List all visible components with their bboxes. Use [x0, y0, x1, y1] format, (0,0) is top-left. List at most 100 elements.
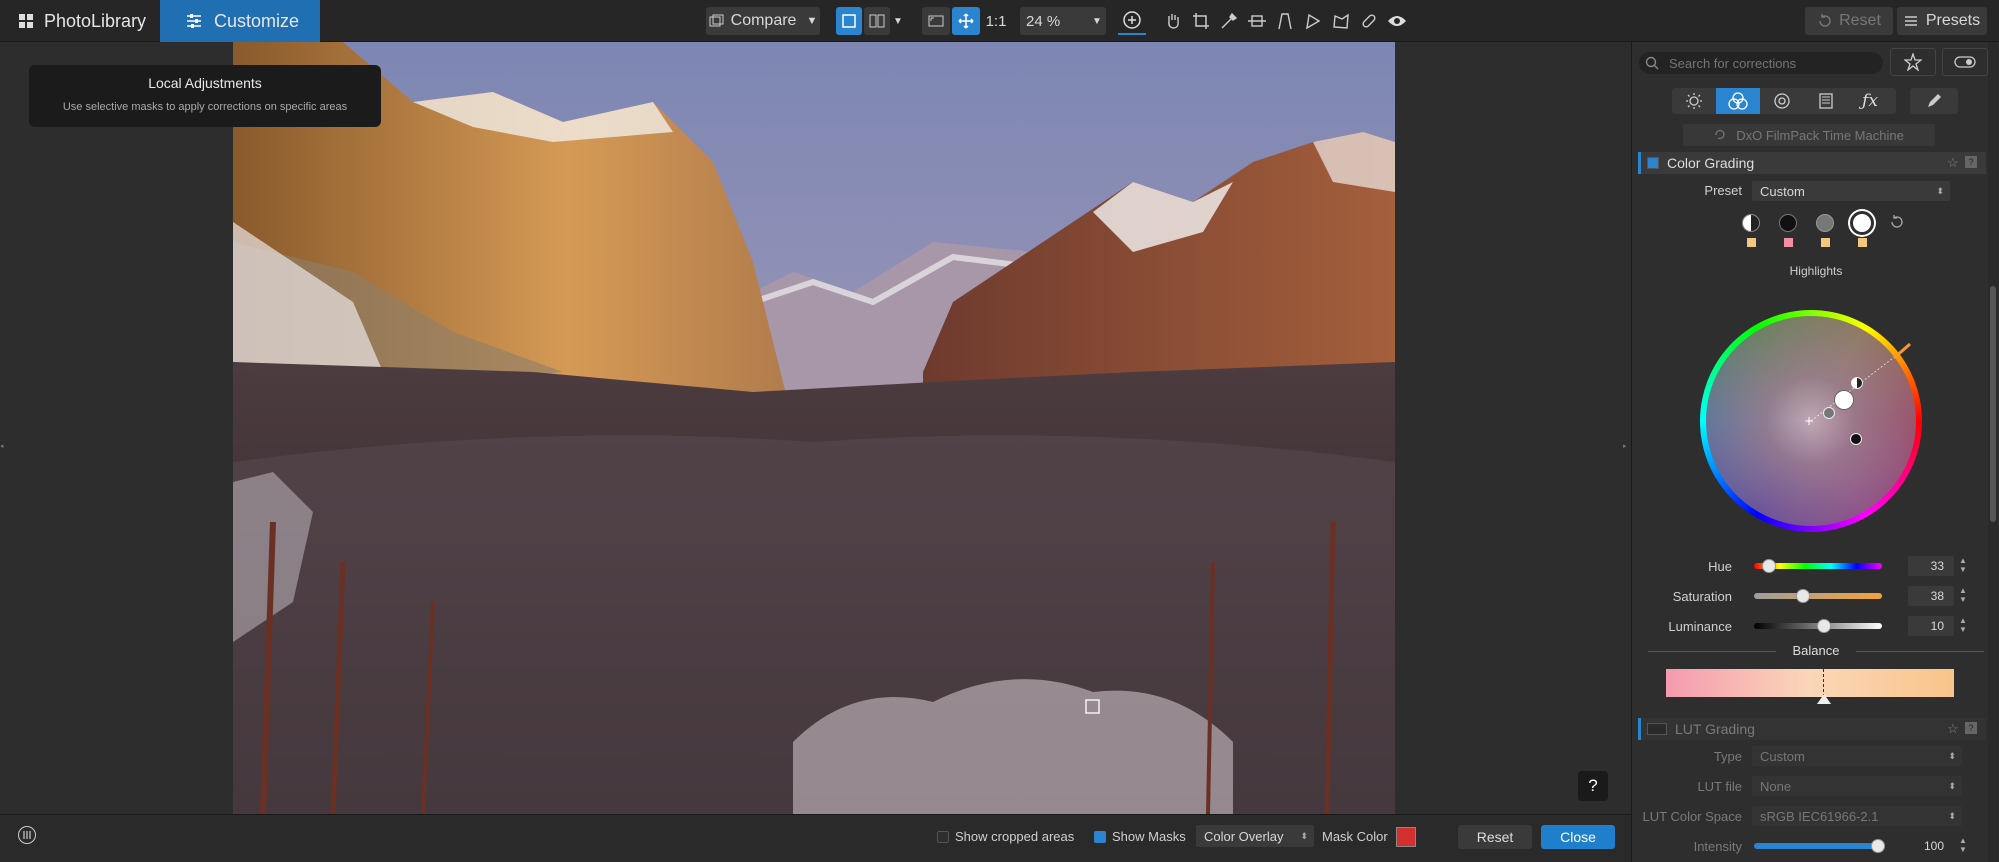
crop-tool-button[interactable]: [1188, 7, 1214, 35]
tab-detail[interactable]: [1760, 88, 1804, 114]
search-input[interactable]: [1669, 54, 1869, 72]
lut-grading-header[interactable]: LUT Grading ☆ ?: [1638, 718, 1986, 740]
perspective-tool-button[interactable]: [1272, 7, 1298, 35]
saturation-slider-knob[interactable]: [1795, 589, 1810, 603]
global-handle[interactable]: [1851, 377, 1863, 389]
local-adjustments-button[interactable]: [1300, 7, 1326, 35]
single-view-button[interactable]: [836, 7, 862, 35]
horizon-tool-button[interactable]: [1244, 7, 1270, 35]
updown-chevron-icon: ⬍: [1936, 185, 1944, 196]
zoom-tool-button[interactable]: [1118, 7, 1146, 35]
corrections-panel: ƒx DxO FilmPack Time Machine Color Gradi…: [1631, 42, 1999, 862]
history-icon: [1714, 129, 1726, 141]
balance-label: Balance: [1792, 643, 1840, 658]
help-button[interactable]: ?: [1578, 771, 1608, 801]
hue-stepper[interactable]: ▲ ▼: [1959, 556, 1967, 574]
color-grading-title: Color Grading: [1667, 155, 1755, 171]
photo-preview[interactable]: [233, 42, 1395, 814]
close-button[interactable]: Close: [1541, 825, 1615, 849]
lut-color-space-select[interactable]: sRGB IEC61966-2.1 ⬍: [1752, 806, 1962, 826]
balance-center-line: [1823, 669, 1824, 697]
color-wheel[interactable]: +: [1700, 310, 1922, 532]
fit-screen-button[interactable]: [922, 7, 950, 35]
search-box[interactable]: [1639, 52, 1883, 74]
single-view-icon: [842, 14, 856, 28]
intensity-slider-knob[interactable]: [1871, 839, 1885, 853]
shadows-handle[interactable]: [1850, 433, 1862, 445]
star-icon[interactable]: ☆: [1947, 721, 1959, 737]
picker-tool-button[interactable]: [1216, 7, 1242, 35]
presets-button[interactable]: Presets: [1897, 7, 1987, 35]
reset-button[interactable]: Reset: [1458, 825, 1532, 849]
tab-effects[interactable]: ƒx: [1848, 88, 1892, 114]
repair-tool-button[interactable]: [1356, 7, 1382, 35]
mask-tool-button[interactable]: [1328, 7, 1354, 35]
luminance-value-field[interactable]: 10: [1908, 616, 1954, 636]
midtones-handle[interactable]: [1823, 407, 1835, 419]
hue-slider-knob[interactable]: [1762, 559, 1777, 573]
hand-tool-button[interactable]: [1160, 7, 1186, 35]
saturation-value-field[interactable]: 38: [1908, 586, 1954, 606]
intensity-label: Intensity: [1693, 839, 1742, 854]
right-panel-toggle[interactable]: ▸: [1623, 442, 1629, 450]
luminance-stepper[interactable]: ▲ ▼: [1959, 616, 1967, 634]
panel-scrollbar-thumb[interactable]: [1990, 286, 1996, 522]
balance-knob[interactable]: [1817, 694, 1831, 704]
global-tone-button[interactable]: [1742, 214, 1760, 232]
reset-all-button[interactable]: Reset: [1805, 7, 1893, 35]
help-icon[interactable]: ?: [1965, 722, 1977, 734]
show-cropped-checkbox[interactable]: [937, 831, 949, 843]
panel-scrollbar[interactable]: [1988, 42, 1998, 862]
local-adjust-mode-button[interactable]: [18, 826, 36, 844]
one-to-one-button[interactable]: 1:1: [982, 7, 1010, 35]
highlights-handle[interactable]: [1834, 390, 1854, 410]
highlights-tone-swatch: [1858, 238, 1867, 247]
intensity-value-field[interactable]: 100: [1908, 836, 1954, 856]
midtones-tone-button[interactable]: [1816, 214, 1834, 232]
show-masks-checkbox[interactable]: [1094, 831, 1106, 843]
star-icon[interactable]: ☆: [1947, 155, 1959, 171]
tab-geometry[interactable]: [1804, 88, 1848, 114]
detail-icon: [1773, 92, 1791, 110]
compare-button[interactable]: Compare ▼: [706, 7, 820, 35]
chevron-down-icon: ▼: [893, 15, 903, 27]
mask-color-swatch[interactable]: [1396, 827, 1416, 847]
horizon-icon: [1247, 13, 1267, 29]
tab-customize[interactable]: Customize: [160, 0, 320, 42]
luminance-label: Luminance: [1668, 619, 1732, 634]
tab-light[interactable]: [1672, 88, 1716, 114]
tab-photolibrary[interactable]: PhotoLibrary: [0, 0, 160, 42]
overlay-mode-select[interactable]: Color Overlay ⬍: [1196, 825, 1314, 847]
saturation-stepper[interactable]: ▲ ▼: [1959, 586, 1967, 604]
hue-value-field[interactable]: 33: [1908, 556, 1954, 576]
intensity-slider[interactable]: [1754, 843, 1882, 849]
toggle-panel-button[interactable]: [1942, 48, 1988, 76]
search-icon: [1645, 56, 1659, 70]
filmpack-time-machine-button[interactable]: DxO FilmPack Time Machine: [1683, 124, 1935, 146]
split-view-button[interactable]: [864, 7, 890, 35]
luminance-slider-knob[interactable]: [1817, 619, 1832, 633]
preset-label: Preset: [1704, 183, 1742, 198]
left-panel-toggle[interactable]: ◂: [0, 442, 6, 450]
preset-select[interactable]: Custom ⬍: [1752, 181, 1950, 201]
preview-toggle-button[interactable]: [1384, 7, 1410, 35]
zoom-dropdown[interactable]: ▼: [1088, 7, 1106, 35]
reset-tone-icon[interactable]: [1888, 214, 1904, 230]
move-button[interactable]: [952, 7, 980, 35]
color-grading-enable-checkbox[interactable]: [1647, 157, 1659, 169]
intensity-stepper[interactable]: ▲ ▼: [1959, 836, 1967, 854]
view-mode-dropdown[interactable]: ▼: [890, 7, 906, 35]
saturation-slider[interactable]: [1754, 593, 1882, 599]
highlights-tone-button[interactable]: [1850, 211, 1874, 235]
favorites-button[interactable]: [1890, 48, 1936, 76]
image-viewer[interactable]: Local Adjustments Use selective masks to…: [0, 42, 1631, 814]
color-grading-header[interactable]: Color Grading ☆ ?: [1638, 152, 1986, 174]
help-icon[interactable]: ?: [1965, 156, 1977, 168]
balance-slider[interactable]: [1666, 669, 1954, 697]
tab-custom-palette[interactable]: [1910, 88, 1958, 114]
lut-file-select[interactable]: None ⬍: [1752, 776, 1962, 796]
lut-type-select[interactable]: Custom ⬍: [1752, 746, 1962, 766]
shadows-tone-button[interactable]: [1779, 214, 1797, 232]
lut-grading-enable-checkbox[interactable]: [1647, 723, 1667, 735]
tab-color[interactable]: [1716, 88, 1760, 114]
